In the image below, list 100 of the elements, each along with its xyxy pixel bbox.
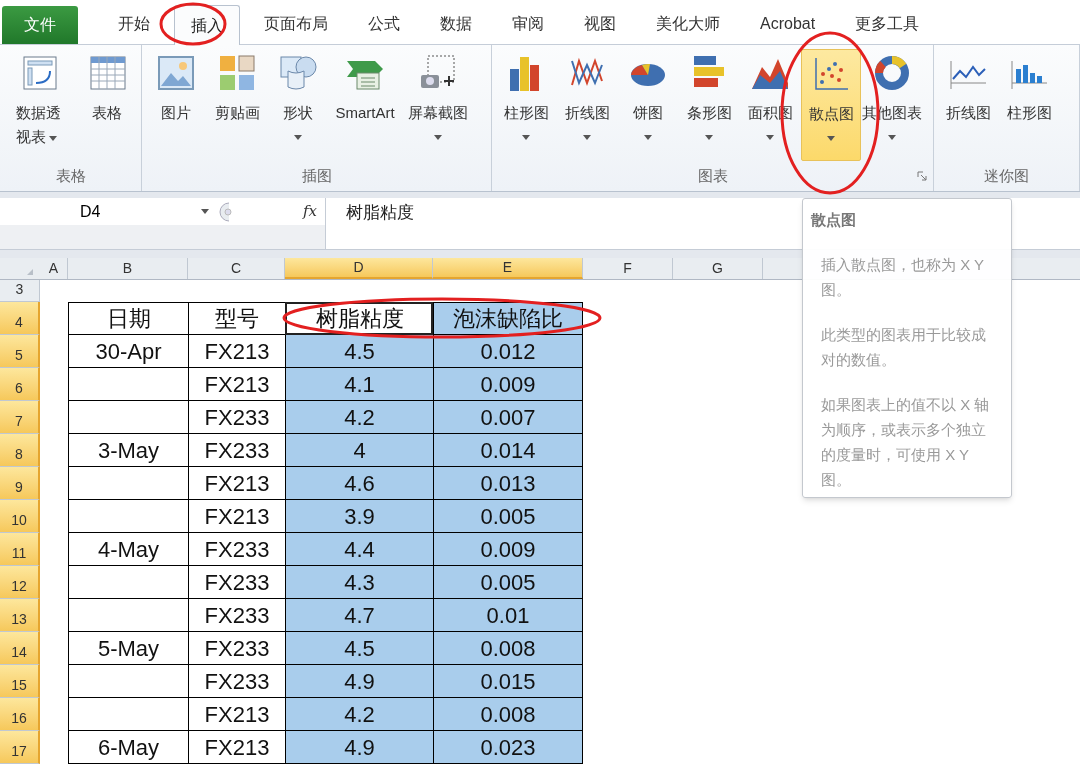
file-tab[interactable]: 文件: [2, 6, 78, 44]
ribbon-tab[interactable]: 数据: [420, 4, 492, 44]
table-cell: 0.009: [433, 368, 583, 401]
ribbon-button[interactable]: 折线图: [938, 49, 998, 161]
row-header[interactable]: 9: [0, 467, 40, 500]
table-cell: 4.2: [285, 401, 433, 434]
dropdown-caret-icon: [583, 135, 591, 140]
group-label: 插图: [301, 165, 332, 186]
table-cell: 0.008: [433, 698, 583, 731]
tooltip-title: 散点图: [811, 210, 857, 230]
table-cell: 4.5: [285, 632, 433, 665]
tooltip-text: 如果图表上的值不以 X 轴为顺序，或表示多个独立的度量时，可使用 X Y 图。: [821, 394, 991, 490]
row-header[interactable]: 12: [0, 566, 40, 599]
table-cell: 0.013: [433, 467, 583, 500]
tooltip-text: 插入散点图，也称为 X Y 图。: [821, 254, 985, 300]
dropdown-caret-icon: [766, 135, 774, 140]
ribbon-tab[interactable]: 审阅: [492, 4, 564, 44]
row-header[interactable]: 7: [0, 401, 40, 434]
ribbon-tab[interactable]: 开始: [98, 4, 170, 44]
row-header[interactable]: 4: [0, 302, 40, 335]
ribbon-tab[interactable]: 页面布局: [244, 4, 348, 44]
table-cell: 6-May: [68, 731, 188, 764]
ribbon-button[interactable]: 形状: [268, 49, 328, 161]
table-cell: 0.005: [433, 566, 583, 599]
dropdown-caret-icon: [434, 135, 442, 140]
table-cell: 0.005: [433, 500, 583, 533]
function-label[interactable]: fx: [303, 200, 317, 223]
shapes-icon: [278, 53, 318, 93]
ribbon-button[interactable]: 柱形图: [496, 49, 556, 161]
dialog-launcher-icon[interactable]: [917, 171, 927, 181]
table-cell: 4.9: [285, 731, 433, 764]
clip-art-icon: [217, 53, 257, 93]
row-header[interactable]: 11: [0, 533, 40, 566]
table-cell: 4.3: [285, 566, 433, 599]
table-cell: 4.9: [285, 665, 433, 698]
dropdown-caret-icon: [49, 135, 57, 141]
dropdown-caret-icon: [522, 135, 530, 140]
table-cell: 4.2: [285, 698, 433, 731]
table-cell: 3-May: [68, 434, 188, 467]
dropdown-caret-icon: [644, 135, 652, 140]
ribbon-button[interactable]: 饼图: [618, 49, 678, 161]
row-header[interactable]: 17: [0, 731, 40, 764]
ribbon-tab[interactable]: 美化大师: [636, 4, 740, 44]
row-header[interactable]: 16: [0, 698, 40, 731]
ribbon-button[interactable]: 剪贴画: [207, 49, 267, 161]
table-cell: 4.5: [285, 335, 433, 368]
pivot-table-icon: [20, 53, 60, 93]
tooltip-text: 此类型的图表用于比较成对的数值。: [821, 324, 987, 370]
table-cell: 0.007: [433, 401, 583, 434]
ribbon-button[interactable]: 柱形图: [999, 49, 1059, 161]
ribbon-tab[interactable]: 更多工具: [835, 4, 940, 44]
table-cell: 0.023: [433, 731, 583, 764]
group-label: 迷你图: [984, 165, 1029, 186]
table-cell: 4.6: [285, 467, 433, 500]
ribbon-button[interactable]: 屏幕截图: [402, 49, 474, 161]
column-header[interactable]: A: [40, 258, 68, 279]
table-cell: 30-Apr: [68, 335, 188, 368]
dropdown-caret-icon: [827, 136, 835, 141]
table-cell: 0.014: [433, 434, 583, 467]
table-cell: 4.1: [285, 368, 433, 401]
row-header[interactable]: 13: [0, 599, 40, 632]
row-header[interactable]: 3: [0, 280, 40, 302]
ribbon-tab[interactable]: Acrobat: [740, 4, 836, 44]
table-cell: 0.01: [433, 599, 583, 632]
table-cell: 3.9: [285, 500, 433, 533]
table-cell: 4.7: [285, 599, 433, 632]
column-header[interactable]: G: [673, 258, 763, 279]
ribbon-button[interactable]: 散点图: [801, 49, 861, 161]
column-header[interactable]: E: [433, 258, 583, 279]
table-cell: 0.009: [433, 533, 583, 566]
ribbon-button[interactable]: 折线图: [557, 49, 617, 161]
group-label: 图表: [697, 165, 728, 186]
row-header[interactable]: 8: [0, 434, 40, 467]
row-header[interactable]: 14: [0, 632, 40, 665]
ribbon-tab[interactable]: 视图: [564, 4, 636, 44]
column-header[interactable]: D: [285, 258, 433, 279]
highlight-ellipse: [159, 2, 227, 46]
ribbon-button[interactable]: 表格: [77, 49, 137, 161]
ribbon-button[interactable]: SmartArt: [329, 49, 401, 161]
ribbon-button[interactable]: 数据透视表: [4, 49, 76, 161]
group-label: 表格: [55, 165, 86, 186]
table-cell: 型号: [188, 302, 285, 335]
dropdown-caret-icon: [294, 135, 302, 140]
table-cell: 4-May: [68, 533, 188, 566]
column-header[interactable]: B: [68, 258, 188, 279]
dropdown-caret-icon: [888, 135, 896, 140]
column-header[interactable]: F: [583, 258, 673, 279]
dropdown-caret-icon: [705, 135, 713, 140]
ribbon-tab[interactable]: 公式: [348, 4, 420, 44]
table-icon: [87, 53, 127, 93]
table-cell: 0.008: [433, 632, 583, 665]
ribbon-button[interactable]: 图片: [146, 49, 206, 161]
row-header[interactable]: 6: [0, 368, 40, 401]
table-cell: 日期: [68, 302, 188, 335]
dropdown-caret-icon: [201, 209, 209, 214]
table-cell: 泡沫缺陷比: [433, 302, 583, 335]
row-header[interactable]: 15: [0, 665, 40, 698]
row-header[interactable]: 5: [0, 335, 40, 368]
ribbon-button[interactable]: 条形图: [679, 49, 739, 161]
row-header[interactable]: 10: [0, 500, 40, 533]
